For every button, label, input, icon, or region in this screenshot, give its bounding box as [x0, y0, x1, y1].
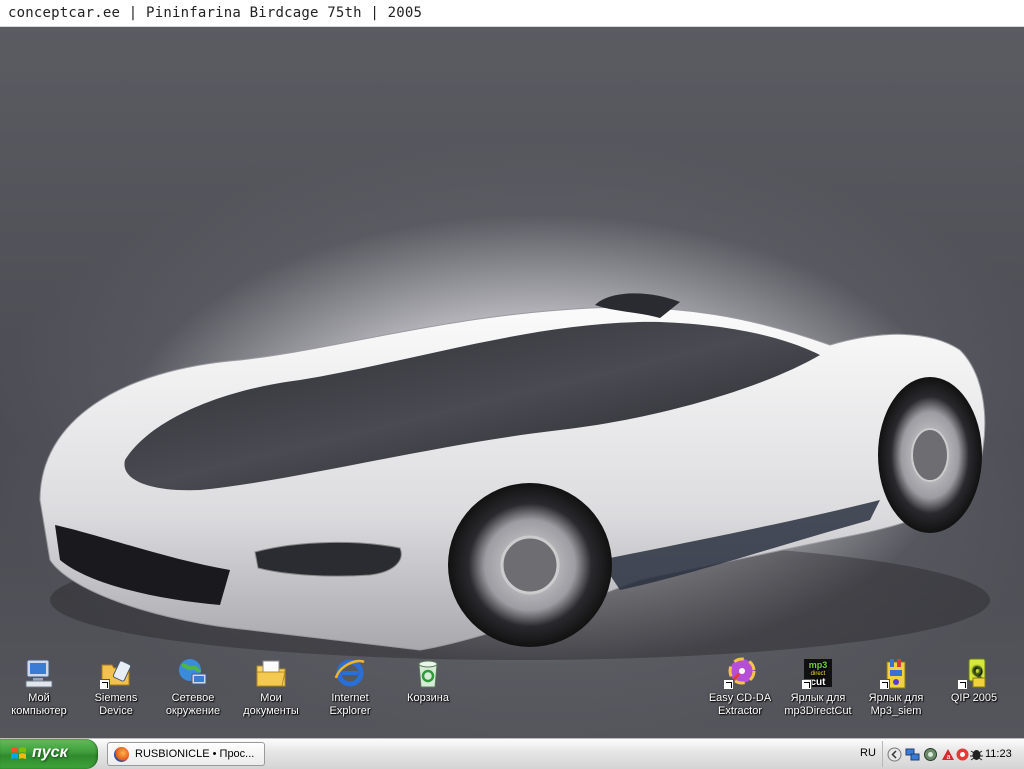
svg-text:cut: cut	[811, 677, 827, 688]
antivirus-tray-icon[interactable]: a	[941, 747, 956, 762]
taskbar-button-label: RUSBIONICLE • Прос...	[135, 748, 255, 760]
desktop-icon-mp3directcut[interactable]: mp3 direct cut Ярлык для mp3DirectCut	[781, 656, 855, 718]
network-places-icon	[176, 656, 210, 690]
wallpaper-caption: conceptcar.ee | Pininfarina Birdcage 75t…	[0, 0, 1024, 27]
firefox-icon	[114, 747, 129, 762]
desktop-icon-qip[interactable]: Q QIP 2005	[937, 656, 1011, 705]
shortcut-arrow-icon	[879, 679, 890, 690]
desktop-icon-label: Корзина	[407, 692, 449, 704]
windows-flag-icon	[11, 747, 26, 759]
shortcut-arrow-icon	[801, 679, 812, 690]
start-label: пуск	[32, 744, 68, 761]
system-tray: a 11:23	[882, 741, 1024, 767]
desktop-icon-label: QIP 2005	[950, 692, 998, 704]
my-documents-icon	[254, 656, 288, 690]
desktop-icon-network-places[interactable]: Сетевое окружение	[156, 656, 230, 718]
desktop-icon-label: Мой компьютер	[11, 692, 67, 717]
desktop-icon-label: Мои документы	[243, 692, 299, 717]
svg-text:mp3: mp3	[809, 660, 828, 670]
mp3directcut-icon: mp3 direct cut	[801, 656, 835, 690]
internet-explorer-icon	[333, 656, 367, 690]
desktop-icon-mp3-siem[interactable]: Ярлык для Mp3_siem	[859, 656, 933, 718]
volume-tray-icon[interactable]	[923, 747, 938, 762]
easy-cd-da-extractor-icon	[723, 656, 757, 690]
shortcut-arrow-icon	[957, 679, 968, 690]
tray-collapse-icon[interactable]	[887, 747, 902, 762]
desktop-icon-siemens-device[interactable]: Siemens Device	[79, 656, 153, 718]
taskbar-button-firefox[interactable]: RUSBIONICLE • Прос...	[107, 742, 265, 766]
desktop-icon-recycle-bin[interactable]: Корзина	[391, 656, 465, 705]
svg-text:a: a	[947, 754, 951, 761]
qip-icon: Q	[957, 656, 991, 690]
siemens-device-icon	[99, 656, 133, 690]
svg-text:Q: Q	[972, 663, 982, 678]
desktop-icon-label: Ярлык для Mp3_siem	[868, 692, 924, 717]
desktop-icon-label: Internet Explorer	[329, 692, 371, 717]
desktop-icon-label: Easy CD-DA Extractor	[708, 692, 772, 717]
language-indicator[interactable]: RU	[860, 747, 876, 759]
desktop-icon-label: Siemens Device	[94, 692, 138, 717]
recycle-bin-icon	[411, 656, 445, 690]
desktop-wallpaper	[0, 0, 1024, 740]
clock[interactable]: 11:23	[985, 748, 1012, 760]
shortcut-arrow-icon	[99, 679, 110, 690]
taskbar: пуск RUSBIONICLE • Прос... RU a 11:23	[0, 738, 1024, 769]
agent-tray-icon[interactable]	[955, 747, 970, 762]
shortcut-arrow-icon	[723, 679, 734, 690]
desktop-icon-label: Ярлык для mp3DirectCut	[784, 692, 852, 717]
my-computer-icon	[22, 656, 56, 690]
mp3-siem-icon	[879, 656, 913, 690]
desktop-icon-my-documents[interactable]: Мои документы	[234, 656, 308, 718]
network-tray-icon[interactable]	[905, 747, 920, 762]
bug-tray-icon[interactable]	[969, 747, 984, 762]
desktop-icon-my-computer[interactable]: Мой компьютер	[2, 656, 76, 718]
desktop-icon-easy-cd-da-extractor[interactable]: Easy CD-DA Extractor	[703, 656, 777, 718]
desktop-icon-internet-explorer[interactable]: Internet Explorer	[313, 656, 387, 718]
desktop-icon-label: Сетевое окружение	[165, 692, 221, 717]
start-button[interactable]: пуск	[0, 739, 98, 769]
